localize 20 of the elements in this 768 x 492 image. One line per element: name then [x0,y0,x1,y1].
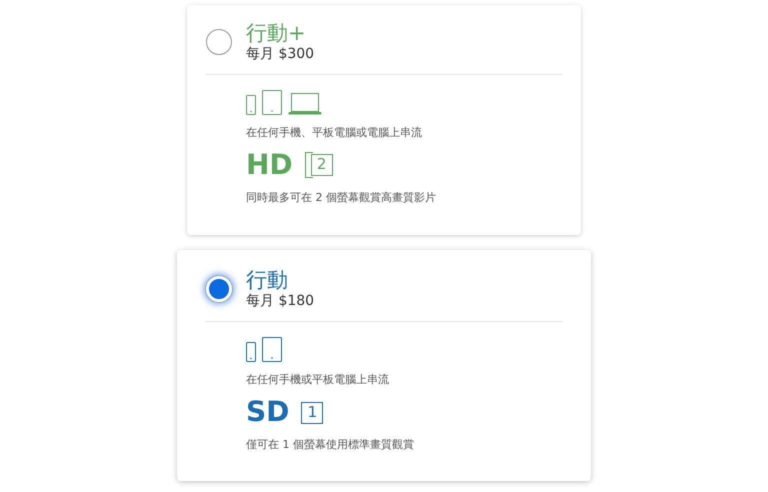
plan-price: 每月 $180 [246,292,314,310]
screen-count: 1 [301,402,324,424]
quality-label: SD [246,394,290,428]
tablet-icon [262,90,282,115]
phone-icon [246,95,256,115]
devices-description: 在任何手機或平板電腦上串流 [246,372,390,388]
devices-description: 在任何手機、平板電腦或電腦上串流 [246,125,423,141]
radio-button[interactable] [206,29,232,55]
plan-card[interactable]: 行動 每月 $180 在任何手機或平板電腦上串流 SD 1 僅可在 1 個螢幕使用標準畫質觀賞 [177,250,591,481]
plan-card[interactable]: 行動+ 每月 $300 在任何手機、平板電腦或電腦上串流 HD 2 同時最多可在 2 個螢幕觀賞高畫質影片 [187,5,581,235]
quality-label: HD [246,148,293,182]
plan-name: 行動 [246,268,289,292]
tablet-icon [262,337,282,362]
quality-description: 同時最多可在 2 個螢幕觀賞高畫質影片 [246,190,437,206]
screen-count: 2 [310,154,333,176]
quality-description: 僅可在 1 個螢幕使用標準畫質觀賞 [246,436,415,452]
plan-name: 行動+ [246,21,307,45]
laptop-icon [288,93,322,115]
plan-price: 每月 $300 [246,45,314,63]
phone-icon [246,342,256,362]
